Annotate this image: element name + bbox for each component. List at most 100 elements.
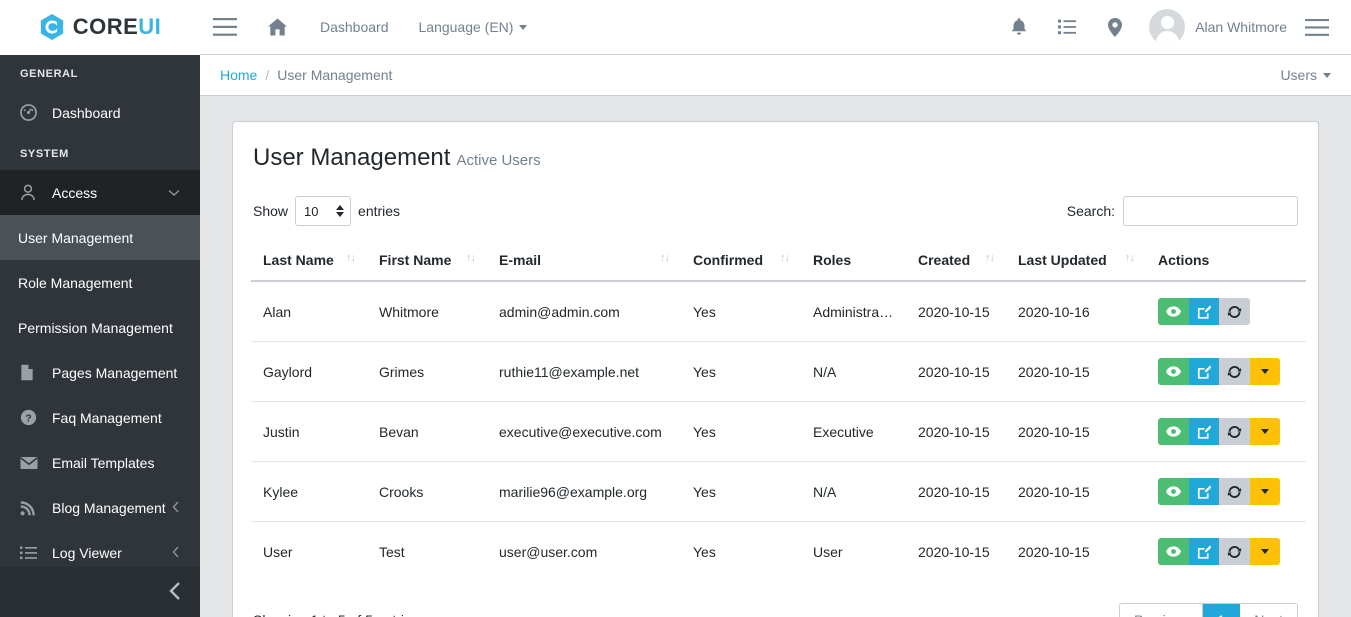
svg-text:?: ? — [25, 414, 31, 425]
cell-email: executive@executive.com — [487, 401, 681, 462]
breadcrumb-home[interactable]: Home — [220, 67, 257, 83]
pagination-previous[interactable]: Previous — [1119, 604, 1204, 617]
aside-toggle-button[interactable] — [1297, 0, 1337, 55]
entries-select-wrapper: 102550100 — [295, 196, 352, 226]
eye-icon — [1166, 486, 1181, 497]
column-header-first-name[interactable]: First Name ↑↓ — [367, 242, 487, 282]
chevron-down-icon — [1323, 72, 1331, 78]
more-actions-button[interactable] — [1250, 478, 1280, 505]
notifications-button[interactable] — [995, 0, 1043, 55]
cell-confirmed: Yes — [693, 303, 716, 320]
search-input[interactable] — [1123, 196, 1298, 226]
entries-select[interactable]: 102550100 — [295, 196, 352, 226]
chevron-down-icon — [1261, 369, 1269, 374]
more-actions-button[interactable] — [1250, 418, 1280, 445]
sidebar-item-faq-management[interactable]: ? Faq Management — [0, 395, 200, 440]
refresh-button[interactable] — [1219, 478, 1250, 505]
column-label: First Name — [379, 252, 452, 268]
sidebar-item-dashboard[interactable]: Dashboard — [0, 90, 200, 135]
cell-created: 2020-10-15 — [906, 401, 1006, 462]
column-header-email[interactable]: E-mail ↑↓ — [487, 242, 681, 282]
refresh-button[interactable] — [1219, 418, 1250, 445]
eye-icon — [1166, 546, 1181, 557]
sidebar-item-access[interactable]: Access — [0, 170, 200, 215]
nav-language[interactable]: Language (EN) — [404, 0, 543, 55]
view-button[interactable] — [1158, 298, 1189, 325]
sidebar-section-system: SYSTEM — [20, 148, 69, 160]
brand-ui: UI — [138, 14, 162, 39]
nav-dashboard-label: Dashboard — [320, 19, 389, 35]
sidebar-item-blog-management[interactable]: Blog Management — [0, 485, 200, 530]
pagination-page-1[interactable]: 1 — [1203, 604, 1241, 617]
view-button[interactable] — [1158, 538, 1189, 565]
column-header-last-updated[interactable]: Last Updated ↑↓ — [1006, 242, 1146, 282]
edit-button[interactable] — [1189, 418, 1219, 445]
view-button[interactable] — [1158, 418, 1189, 445]
cell-email: admin@admin.com — [499, 303, 620, 320]
user-menu-button[interactable]: Alan Whitmore — [1139, 9, 1287, 45]
cell-first-name: Test — [367, 521, 487, 581]
sidebar-item-role-management[interactable]: Role Management — [0, 260, 200, 305]
showing-entries-text: Showing 1 to 5 of 5 entries — [253, 612, 419, 617]
sidebar-item-label: Blog Management — [52, 499, 166, 516]
sidebar-toggle-button[interactable] — [200, 0, 250, 55]
refresh-button[interactable] — [1219, 538, 1250, 565]
action-button-group — [1158, 358, 1280, 385]
cell-confirmed: Yes — [681, 521, 801, 581]
breadcrumb-users-dropdown[interactable]: Users — [1280, 67, 1331, 83]
column-header-confirmed[interactable]: Confirmed ↑↓ — [681, 242, 801, 282]
edit-button[interactable] — [1189, 478, 1219, 505]
sidebar-item-pages-management[interactable]: Pages Management — [0, 350, 200, 395]
user-management-card: User Management Active Users Show 1025501… — [232, 121, 1319, 617]
view-button[interactable] — [1158, 358, 1189, 385]
chevron-down-icon — [1261, 429, 1269, 434]
column-header-created[interactable]: Created ↑↓ — [906, 242, 1006, 282]
sidebar-item-email-templates[interactable]: Email Templates — [0, 440, 200, 485]
cell-last-name: User — [251, 521, 367, 581]
chevron-down-icon — [1261, 549, 1269, 554]
cell-email: ruthie11@example.net — [487, 341, 681, 402]
sidebar-item-label: Log Viewer — [52, 544, 122, 561]
task-list-icon — [1058, 19, 1077, 35]
edit-button[interactable] — [1189, 358, 1219, 385]
table-row: Justin Bevan executive@executive.com Yes Exe… — [251, 401, 1306, 462]
sidebar-item-permission-management[interactable]: Permission Management — [0, 305, 200, 350]
cell-last-name: Justin — [251, 401, 367, 462]
column-header-roles[interactable]: Roles — [801, 242, 906, 282]
column-label: E-mail — [499, 252, 542, 268]
tasks-button[interactable] — [1043, 0, 1091, 55]
edit-button[interactable] — [1189, 298, 1219, 325]
chevron-left-icon — [168, 581, 182, 604]
location-button[interactable] — [1091, 0, 1139, 55]
refresh-button[interactable] — [1219, 298, 1250, 325]
column-label: Roles — [813, 252, 852, 268]
entries-label: entries — [358, 203, 401, 219]
eye-icon — [1166, 366, 1181, 377]
cell-last-updated: 2020-10-15 — [1006, 461, 1146, 522]
show-entries-control: Show 102550100 entries — [253, 196, 400, 226]
nav-home-button[interactable] — [250, 0, 305, 55]
cell-created: 2020-10-15 — [906, 521, 1006, 581]
cell-first-name: Crooks — [367, 461, 487, 522]
pagination-next[interactable]: Next — [1240, 604, 1297, 617]
cell-confirmed: Yes — [681, 341, 801, 402]
table-row: Alan Whitmore admin@admin.com Yes Administra… — [251, 281, 1306, 342]
more-actions-button[interactable] — [1250, 358, 1280, 385]
rss-icon — [20, 500, 42, 516]
nav-dashboard[interactable]: Dashboard — [305, 0, 404, 55]
edit-button[interactable] — [1189, 538, 1219, 565]
table-controls: Show 102550100 entries Search: — [251, 196, 1300, 226]
sidebar-item-user-management[interactable]: User Management — [0, 215, 200, 260]
cell-created: 2020-10-15 — [918, 303, 990, 320]
cell-created: 2020-10-15 — [906, 341, 1006, 402]
table-footer: Showing 1 to 5 of 5 entries Previous 1 N… — [251, 603, 1300, 617]
more-actions-button[interactable] — [1250, 538, 1280, 565]
view-button[interactable] — [1158, 478, 1189, 505]
sidebar-minimizer-button[interactable] — [0, 567, 200, 617]
brand-logo-area[interactable]: COREUI — [0, 0, 200, 55]
column-header-last-name[interactable]: Last Name ↑↓ — [251, 242, 367, 282]
cell-last-updated: 2020-10-16 — [1018, 303, 1090, 320]
cell-actions — [1146, 401, 1306, 462]
table-head: Last Name ↑↓ First Name ↑↓ E-mail ↑↓ Con… — [251, 242, 1306, 282]
refresh-button[interactable] — [1219, 358, 1250, 385]
